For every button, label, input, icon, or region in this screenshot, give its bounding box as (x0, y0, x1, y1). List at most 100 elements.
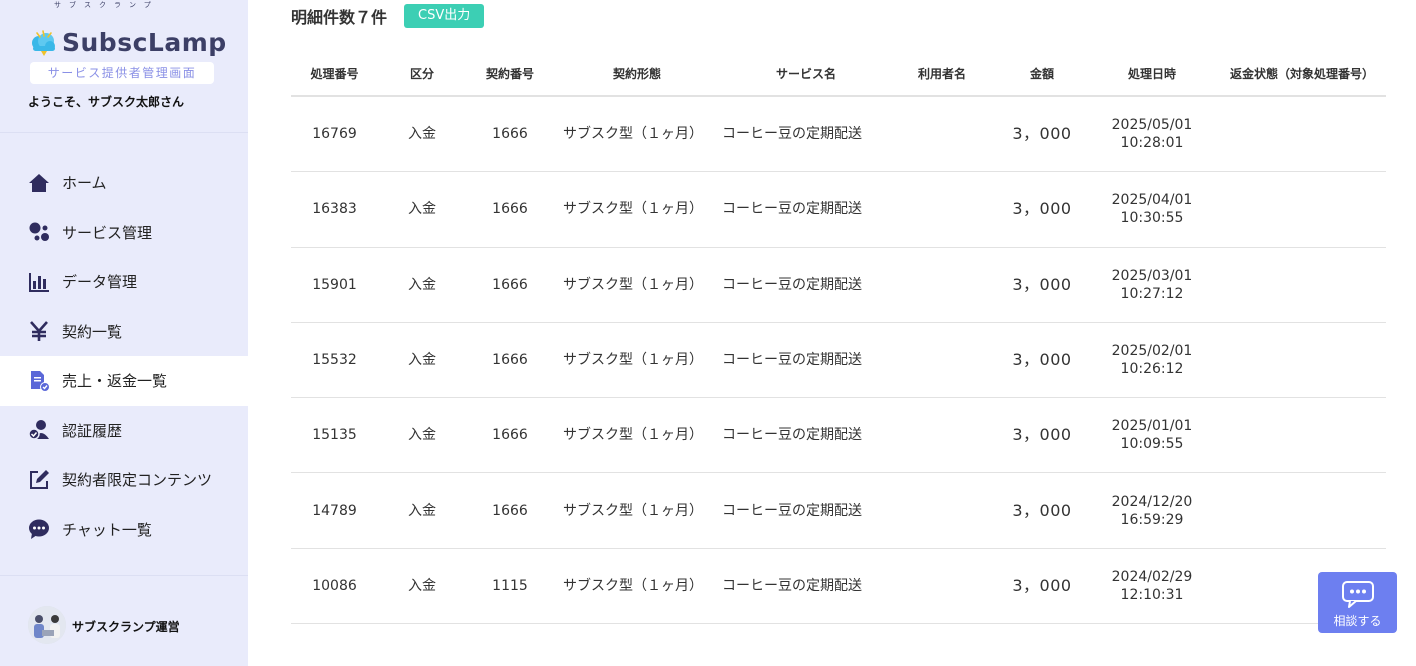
cell-service: コーヒー豆の定期配送 (722, 502, 862, 519)
cell-service: コーヒー豆の定期配送 (722, 201, 862, 218)
cell-datetime: 2024/12/20 16:59:29 (1092, 493, 1212, 529)
cell-time: 16:59:29 (1120, 511, 1184, 528)
brand-name: SubscLamp (62, 28, 227, 57)
table-header: 処理番号 区分 契約番号 契約形態 サービス名 利用者名 金額 処理日時 返金状… (291, 52, 1386, 97)
sidebar-item-services[interactable]: サービス管理 (0, 208, 248, 258)
sidebar-item-label: データ管理 (62, 273, 138, 292)
sidebar-item-label: 契約者限定コンテンツ (62, 471, 213, 490)
cell-amount: 3，000 (1012, 274, 1072, 294)
cell-contract: 1666 (492, 276, 528, 293)
sidebar-nav: ホーム サービス管理 データ管理 契約一覧 売上・返金一覧 認証履歴 契約者限定… (0, 158, 248, 554)
cell-id: 15532 (312, 352, 357, 369)
column-header[interactable]: 返金状態（対象処理番号） (1212, 67, 1386, 81)
sidebar-item-label: 売上・返金一覧 (62, 372, 168, 391)
chat-bubble-icon (1341, 581, 1374, 608)
operator-name: サブスクランプ運営 (72, 620, 180, 634)
column-header[interactable]: 金額 (992, 67, 1092, 81)
table-row[interactable]: 10086 入金 1115 サブスク型（１ヶ月） コーヒー豆の定期配送 3，00… (291, 549, 1386, 625)
cell-form: サブスク型（１ヶ月） (563, 502, 703, 519)
cell-date: 2024/02/29 (1111, 568, 1193, 585)
table-row[interactable]: 15901 入金 1666 サブスク型（１ヶ月） コーヒー豆の定期配送 3，00… (291, 248, 1386, 323)
cell-id: 16383 (312, 201, 357, 218)
cell-contract: 1115 (492, 577, 528, 594)
column-header[interactable]: 契約番号 (466, 67, 554, 81)
table-row[interactable]: 15135 入金 1666 サブスク型（１ヶ月） コーヒー豆の定期配送 3，00… (291, 398, 1386, 474)
brand-block: SubscLamp サブスクランプ サービス提供者管理画面 ようこそ、サブスク太… (0, 0, 248, 133)
table-row[interactable]: 16769 入金 1666 サブスク型（１ヶ月） コーヒー豆の定期配送 3，00… (291, 97, 1386, 173)
cell-datetime: 2025/02/01 10:26:12 (1092, 342, 1212, 378)
column-header[interactable]: サービス名 (720, 67, 892, 81)
sidebar-item-sales-refunds[interactable]: 売上・返金一覧 (0, 356, 248, 406)
sidebar-item-label: サービス管理 (62, 223, 153, 242)
cell-type: 入金 (408, 126, 436, 143)
cell-date: 2025/04/01 (1111, 192, 1193, 209)
column-header[interactable]: 利用者名 (892, 67, 992, 81)
cell-amount: 3，000 (1012, 425, 1072, 445)
cell-form: サブスク型（１ヶ月） (563, 577, 703, 594)
cell-form: サブスク型（１ヶ月） (563, 201, 703, 218)
cell-form: サブスク型（１ヶ月） (563, 427, 703, 444)
cell-amount: 3，000 (1012, 500, 1072, 520)
cell-datetime: 2025/01/01 10:09:55 (1092, 417, 1212, 453)
sidebar-item-auth-history[interactable]: 認証履歴 (0, 406, 248, 456)
cell-service: コーヒー豆の定期配送 (722, 352, 862, 369)
cell-time: 12:10:31 (1120, 586, 1184, 603)
sidebar-item-label: チャット一覧 (62, 520, 152, 539)
sidebar-item-chats[interactable]: チャット一覧 (0, 505, 248, 555)
cell-contract: 1666 (492, 352, 528, 369)
column-header[interactable]: 処理番号 (291, 67, 378, 81)
cell-contract: 1666 (492, 502, 528, 519)
table-row[interactable]: 15532 入金 1666 サブスク型（１ヶ月） コーヒー豆の定期配送 3，00… (291, 323, 1386, 399)
cell-type: 入金 (408, 201, 436, 218)
cell-date: 2025/02/01 (1111, 343, 1193, 360)
column-header[interactable]: 区分 (378, 67, 466, 81)
count-line: 明細件数７件 CSV出力 (291, 4, 485, 28)
cell-amount: 3，000 (1012, 575, 1072, 595)
cell-form: サブスク型（１ヶ月） (563, 126, 703, 143)
csv-export-button[interactable]: CSV出力 (404, 4, 485, 28)
edit-icon (28, 469, 50, 491)
cell-type: 入金 (408, 427, 436, 444)
lamp-logo-icon (32, 30, 55, 56)
home-icon (28, 172, 50, 194)
bar-chart-icon (28, 271, 50, 293)
cell-date: 2024/12/20 (1111, 493, 1193, 510)
avatar (28, 606, 66, 644)
cell-id: 10086 (312, 577, 357, 594)
document-check-icon (28, 370, 50, 392)
consult-button[interactable]: 相談する (1318, 572, 1397, 633)
sidebar: SubscLamp サブスクランプ サービス提供者管理画面 ようこそ、サブスク太… (0, 0, 248, 666)
main-content: 明細件数７件 CSV出力 処理番号 区分 契約番号 契約形態 サービス名 利用者… (248, 0, 1416, 666)
sidebar-item-home[interactable]: ホーム (0, 158, 248, 208)
cell-time: 10:27:12 (1120, 285, 1184, 302)
cell-datetime: 2025/03/01 10:27:12 (1092, 267, 1212, 303)
cell-service: コーヒー豆の定期配送 (722, 126, 862, 143)
cell-type: 入金 (408, 276, 436, 293)
consult-label: 相談する (1333, 614, 1382, 628)
table-row[interactable]: 14789 入金 1666 サブスク型（１ヶ月） コーヒー豆の定期配送 3，00… (291, 473, 1386, 549)
chat-bubble-icon (28, 518, 50, 540)
sidebar-item-contracts[interactable]: 契約一覧 (0, 307, 248, 357)
cell-service: コーヒー豆の定期配送 (722, 427, 862, 444)
operator-avatar-icon (28, 606, 66, 644)
cell-contract: 1666 (492, 201, 528, 218)
cell-type: 入金 (408, 352, 436, 369)
cell-id: 15135 (312, 427, 357, 444)
column-header[interactable]: 処理日時 (1092, 67, 1212, 81)
sidebar-item-label: 契約一覧 (62, 322, 123, 341)
cell-time: 10:26:12 (1120, 361, 1184, 378)
cell-time: 10:09:55 (1120, 436, 1184, 453)
cell-datetime: 2025/04/01 10:30:55 (1092, 191, 1212, 227)
cell-type: 入金 (408, 502, 436, 519)
column-header[interactable]: 契約形態 (554, 67, 720, 81)
cell-amount: 3，000 (1012, 199, 1072, 219)
cell-service: コーヒー豆の定期配送 (722, 276, 862, 293)
operator-account[interactable]: サブスクランプ運営 (0, 575, 248, 666)
provider-badge: サービス提供者管理画面 (30, 62, 214, 84)
logo[interactable]: SubscLamp (28, 18, 227, 58)
sidebar-item-data[interactable]: データ管理 (0, 257, 248, 307)
sidebar-item-member-content[interactable]: 契約者限定コンテンツ (0, 455, 248, 505)
table-row[interactable]: 16383 入金 1666 サブスク型（１ヶ月） コーヒー豆の定期配送 3，00… (291, 172, 1386, 248)
user-check-icon (28, 419, 50, 441)
cell-service: コーヒー豆の定期配送 (722, 577, 862, 594)
